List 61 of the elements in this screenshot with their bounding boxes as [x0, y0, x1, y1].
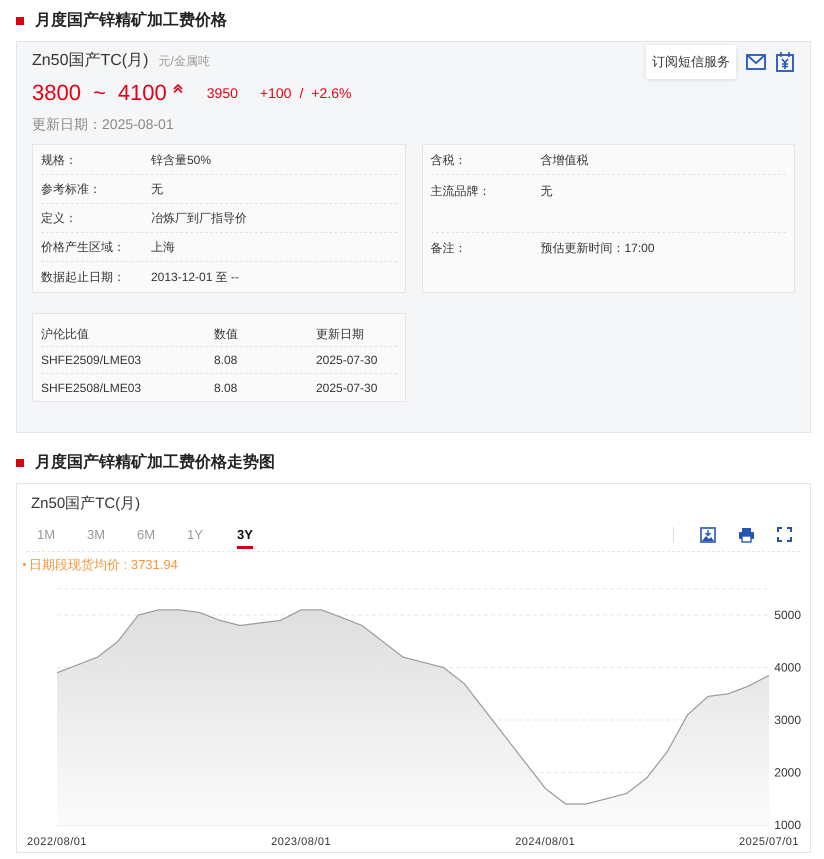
price-range-high: 4100	[118, 80, 167, 106]
spec-value: 无	[540, 183, 552, 200]
spec-value: 无	[151, 181, 163, 198]
section-marker	[16, 17, 24, 25]
average-price: 3950	[206, 84, 238, 103]
column-header: 更新日期	[316, 326, 364, 342]
table-cell-text: 8.08	[214, 380, 238, 396]
unit-label: 元/金属吨	[158, 53, 210, 70]
x-axis-label: 2025/07/01	[738, 836, 800, 848]
change-percent: +2.6%	[311, 84, 352, 103]
calendar-yen-icon[interactable]	[776, 52, 794, 72]
spec-value: 预估更新时间：17:00	[540, 240, 655, 256]
section-title: 月度国产锌精矿加工费价格走势图	[35, 452, 275, 473]
spec-label: 定义：	[41, 210, 78, 227]
change-separator: /	[299, 84, 304, 103]
product-name: Zn50国产TC(月)	[32, 50, 148, 71]
spec-label: 数据起止日期：	[41, 268, 126, 286]
column-header: 沪伦比值	[41, 326, 90, 342]
range-tab[interactable]: 1Y	[187, 518, 237, 552]
subscribe-button[interactable]: 订阅短信服务	[646, 45, 736, 79]
table-cell-text: SHFE2508/LME03	[41, 380, 142, 396]
y-axis-label: 4000	[774, 660, 801, 674]
y-axis-label: 1000	[774, 818, 801, 832]
mail-icon[interactable]	[746, 54, 766, 70]
spec-label: 主流品牌：	[430, 183, 492, 200]
spec-label: 参考标准：	[41, 181, 102, 198]
spec-value: 2013-12-01 至 --	[151, 268, 240, 286]
range-tab[interactable]: 3M	[87, 518, 137, 552]
range-tab[interactable]: 1M	[37, 518, 87, 552]
range-separator: ~	[92, 80, 106, 106]
spec-value: 冶炼厂到厂指导价	[151, 210, 247, 227]
range-tab[interactable]: 6M	[137, 518, 187, 552]
table-cell-text: SHFE2509/LME03	[41, 352, 142, 369]
spec-label: 价格产生区域：	[41, 239, 126, 256]
x-axis-label: 2022/08/01	[26, 836, 88, 848]
section-marker	[16, 459, 24, 467]
table-cell-text: 2025-07-30	[316, 380, 378, 396]
spec-value: 含增值税	[540, 152, 588, 169]
chart-title: Zn50国产TC(月)	[31, 495, 140, 512]
spec-label: 含税：	[430, 152, 468, 169]
spec-value: 锌含量50%	[151, 152, 212, 169]
x-axis-label: 2023/08/01	[271, 836, 332, 848]
image-download-icon[interactable]	[700, 526, 716, 542]
price-change: +100	[260, 84, 292, 103]
update-date: 更新日期：2025-08-01	[32, 114, 174, 134]
spec-label: 规格：	[41, 152, 78, 169]
section-title: 月度国产锌精矿加工费价格	[35, 10, 227, 31]
fullscreen-icon[interactable]	[777, 527, 792, 542]
y-axis-label: 2000	[774, 766, 801, 780]
spec-label: 备注：	[430, 240, 468, 256]
y-axis-label: 3000	[774, 713, 801, 727]
x-axis-label: 2024/08/01	[515, 836, 576, 848]
y-axis-label: 5000	[774, 608, 801, 622]
range-tab[interactable]: 3Y	[237, 518, 287, 552]
legend-label: 日期段现货均价 : 3731.94	[29, 556, 178, 574]
spec-value: 上海	[151, 239, 175, 256]
price-range-low: 3800	[32, 80, 81, 106]
table-cell-text: 8.08	[214, 352, 238, 369]
table-cell-text: 2025-07-30	[316, 352, 378, 369]
column-header: 数值	[214, 326, 239, 342]
print-icon[interactable]	[738, 526, 755, 542]
